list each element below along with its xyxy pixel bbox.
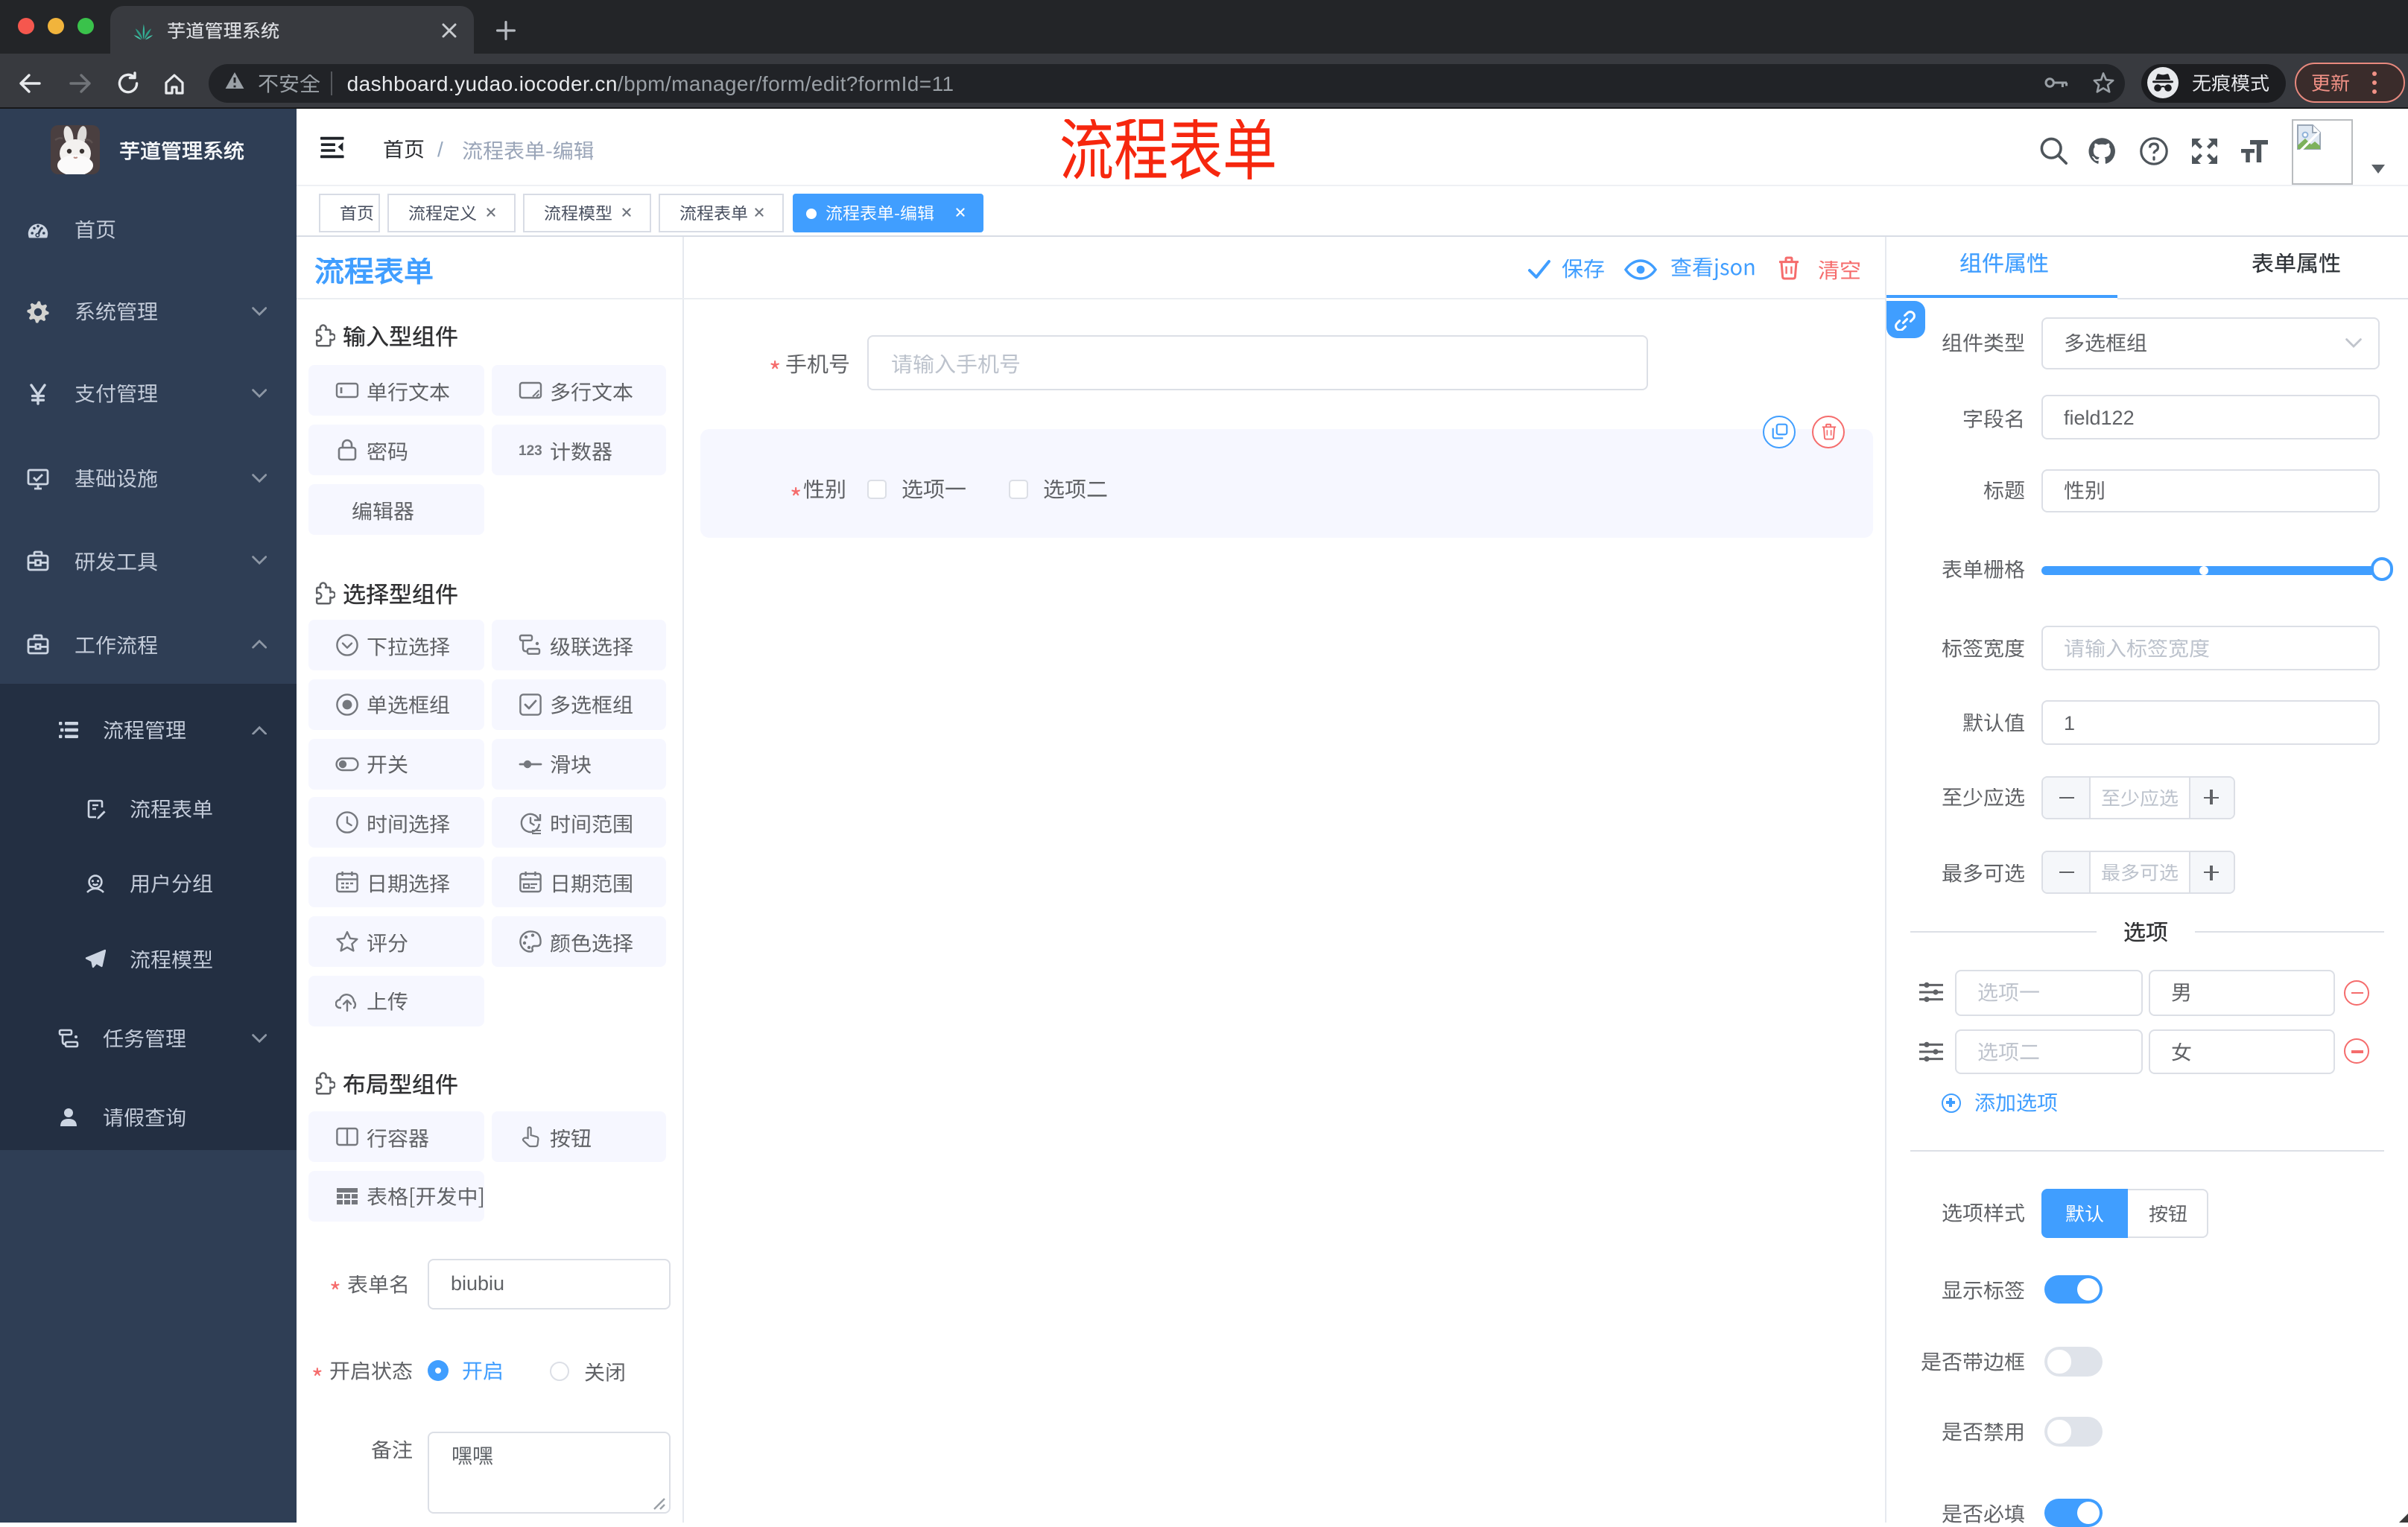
svg-text:123: 123 [518,443,542,459]
